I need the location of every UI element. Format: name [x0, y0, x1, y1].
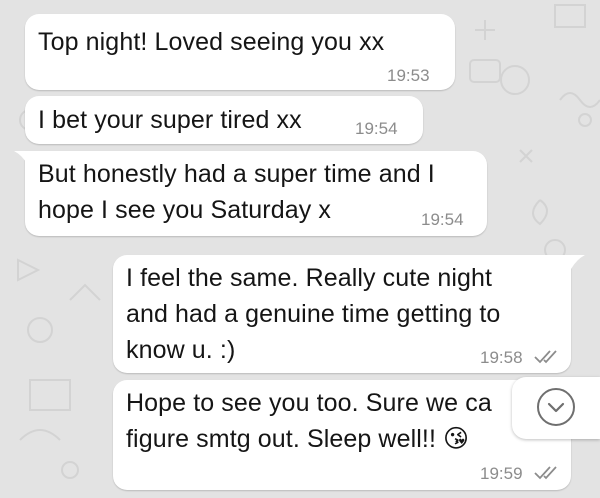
- message-text: I feel the same. Really cute night and h…: [126, 264, 501, 364]
- message-time: 19:54: [421, 210, 464, 229]
- message-bubble[interactable]: But honestly had a super time and I hope…: [25, 151, 487, 236]
- message-text: I bet your super tired xx: [38, 106, 302, 134]
- message-bubble[interactable]: I feel the same. Really cute night and h…: [113, 255, 571, 373]
- message-time: 19:58: [480, 348, 523, 367]
- double-check-icon: [534, 466, 557, 480]
- bubble-tail: [571, 255, 585, 269]
- message-bubble[interactable]: Hope to see you too. Sure we ca figure s…: [113, 380, 571, 490]
- message-text: Hope to see you too. Sure we ca figure s…: [126, 389, 492, 453]
- scroll-to-bottom-button[interactable]: [512, 377, 600, 439]
- message-time: 19:53: [387, 66, 430, 85]
- double-check-icon: [534, 350, 557, 364]
- message-time: 19:54: [355, 119, 398, 138]
- message-text: Top night! Loved seeing you xx: [38, 28, 385, 56]
- message-bubble[interactable]: I bet your super tired xx 19:54: [25, 96, 423, 144]
- scroll-down-circle: [537, 388, 575, 426]
- chevron-down-icon: [547, 402, 565, 413]
- message-text: But honestly had a super time and I hope…: [38, 160, 435, 224]
- message-time: 19:59: [480, 464, 523, 483]
- message-bubble[interactable]: Top night! Loved seeing you xx 19:53: [25, 14, 455, 90]
- bubble-tail: [14, 151, 28, 165]
